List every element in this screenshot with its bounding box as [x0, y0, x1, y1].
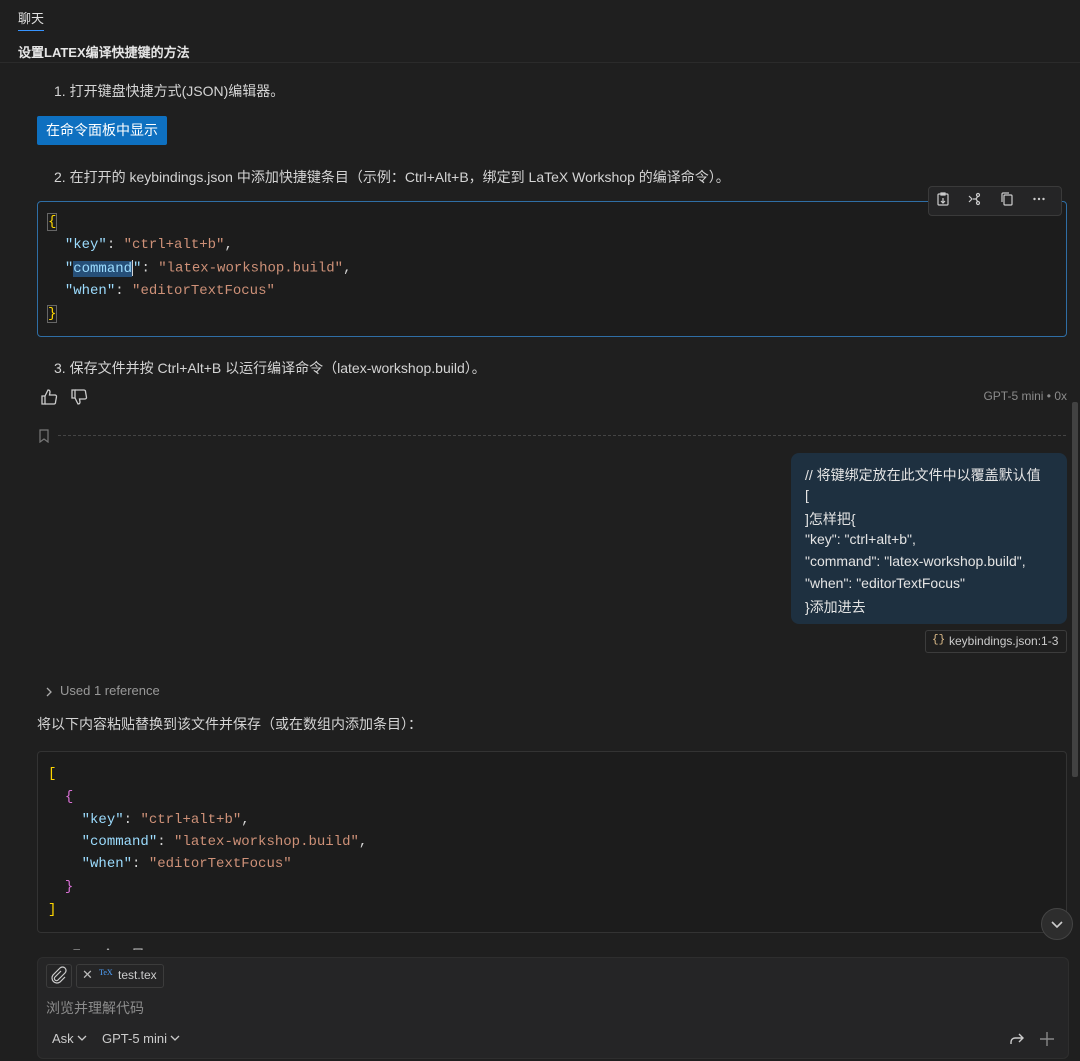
- code-value: "editorTextFocus": [148, 856, 292, 872]
- used-references-toggle[interactable]: Used 1 reference: [44, 683, 160, 698]
- code-key: "when": [81, 856, 133, 872]
- close-icon[interactable]: ✕: [82, 967, 93, 983]
- code-key: "key": [81, 812, 124, 828]
- cut-off-action-icons: [44, 942, 164, 950]
- model-picker[interactable]: GPT-5 mini: [102, 1031, 180, 1046]
- user-message-line: // 将键绑定放在此文件中以覆盖默认值: [805, 467, 1041, 483]
- tab-chat[interactable]: 聊天: [18, 8, 45, 31]
- scrollbar-thumb[interactable]: [1072, 402, 1078, 777]
- chat-input-box[interactable]: ✕ TeX test.tex 浏览并理解代码 Ask GPT-5 mini: [37, 957, 1069, 1059]
- code-key: "command": [81, 834, 158, 850]
- user-message-line: "command": "latex-workshop.build",: [805, 553, 1026, 569]
- user-message-line: "key": "ctrl+alt+b",: [805, 531, 916, 547]
- show-in-command-palette-button[interactable]: 在命令面板中显示: [37, 116, 167, 145]
- chevron-down-icon: [1051, 921, 1063, 929]
- code-value: "ctrl+alt+b": [123, 237, 225, 253]
- user-message-line: ]怎样把{: [805, 511, 856, 527]
- scroll-to-bottom-button[interactable]: [1041, 908, 1073, 940]
- code-open-brace: {: [64, 789, 74, 805]
- insert-code-icon[interactable]: [965, 191, 985, 211]
- code-key: "key": [64, 237, 107, 253]
- code-open-brace: {: [46, 213, 58, 231]
- code-selected-word: command: [73, 260, 133, 277]
- code-close-brace: }: [46, 305, 58, 323]
- model-picker-label: GPT-5 mini: [102, 1031, 168, 1046]
- plus-icon[interactable]: [1038, 1030, 1056, 1048]
- step-1-text: 1. 打开键盘快捷方式(JSON)编辑器。: [54, 83, 285, 99]
- copy-icon[interactable]: [997, 191, 1017, 211]
- more-actions-icon[interactable]: [1029, 191, 1049, 211]
- code-value: "editorTextFocus": [132, 283, 275, 299]
- code-block-2[interactable]: [ { "key": "ctrl+alt+b", "command": "lat…: [37, 751, 1067, 933]
- attach-context-button[interactable]: [46, 964, 72, 988]
- chat-input-placeholder[interactable]: 浏览并理解代码: [46, 998, 144, 1018]
- chat-title: 设置LATEX编译快捷键的方法: [18, 45, 190, 60]
- paperclip-icon: [51, 966, 67, 984]
- context-file-name: test.tex: [118, 968, 157, 982]
- tex-file-icon: TeX: [99, 968, 113, 977]
- thumbs-down-icon[interactable]: [69, 387, 89, 407]
- code-quote: ": [64, 260, 74, 277]
- code-open-bracket: [: [48, 766, 57, 782]
- answer-text: 将以下内容粘贴替换到该文件并保存（或在数组内添加条目）：: [37, 716, 422, 732]
- code-key: "when": [64, 283, 116, 299]
- context-file-chip[interactable]: ✕ TeX test.tex: [76, 964, 164, 988]
- user-message-line: [: [805, 487, 809, 503]
- chat-tab-bar: 聊天: [0, 0, 1080, 34]
- response-model-label: GPT-5 mini • 0x: [983, 389, 1067, 403]
- user-message-bubble: // 将键绑定放在此文件中以覆盖默认值 [ ]怎样把{ "key": "ctrl…: [791, 453, 1067, 624]
- reference-chip[interactable]: {} keybindings.json:1-3: [925, 630, 1067, 653]
- json-file-icon: {}: [932, 634, 946, 646]
- code-block-1[interactable]: { "key": "ctrl+alt+b", "command": "latex…: [37, 201, 1067, 337]
- mode-picker[interactable]: Ask: [52, 1031, 87, 1046]
- code-close-bracket: ]: [48, 902, 57, 918]
- chevron-down-icon: [170, 1035, 180, 1041]
- step-2-text: 2. 在打开的 keybindings.json 中添加快捷键条目（示例：Ctr…: [54, 169, 730, 185]
- user-message-line: }添加进去: [805, 599, 866, 615]
- apply-in-editor-icon[interactable]: [933, 191, 953, 211]
- used-references-label: Used 1 reference: [60, 683, 160, 698]
- mode-picker-label: Ask: [52, 1031, 74, 1046]
- reference-chip-label: keybindings.json:1-3: [949, 634, 1059, 648]
- thumbs-up-icon[interactable]: [39, 387, 59, 407]
- code-value: "ctrl+alt+b": [140, 812, 242, 828]
- code-close-brace: }: [64, 879, 74, 895]
- code-value: "latex-workshop.build": [174, 834, 359, 850]
- chevron-down-icon: [77, 1035, 87, 1041]
- turn-separator: [58, 435, 1066, 436]
- user-message-line: "when": "editorTextFocus": [805, 575, 965, 591]
- scrollbar[interactable]: [1070, 62, 1080, 962]
- bookmark-icon[interactable]: [38, 429, 50, 444]
- code-value: "latex-workshop.build": [158, 260, 344, 277]
- chevron-right-icon: [46, 687, 52, 697]
- step-3-text: 3. 保存文件并按 Ctrl+Alt+B 以运行编译命令（latex-works…: [54, 360, 486, 376]
- code-block-toolbar: [928, 186, 1062, 216]
- divider: [0, 62, 1080, 63]
- send-icon[interactable]: [1008, 1030, 1026, 1048]
